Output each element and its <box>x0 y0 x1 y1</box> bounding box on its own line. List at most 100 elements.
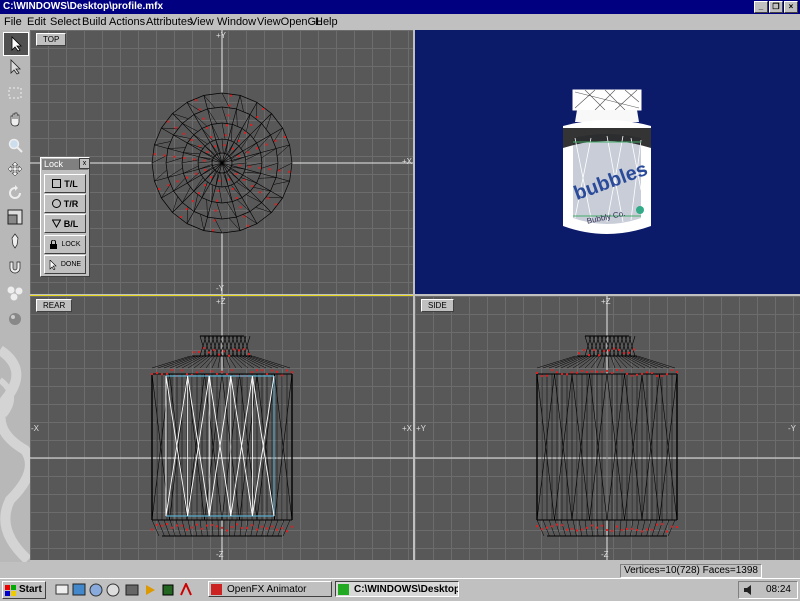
status-bar: Vertices=10(728) Faces=1398 <box>0 562 800 578</box>
toolbar-swirl-decoration <box>0 330 30 570</box>
menu-help[interactable]: Help <box>315 14 338 30</box>
tool-palette <box>0 30 30 562</box>
axis-label-side-north: +Z <box>601 297 611 306</box>
pick-vertex-tool[interactable] <box>3 56 27 78</box>
move-tool[interactable] <box>3 158 27 180</box>
viewport-label-rear[interactable]: REAR <box>36 299 72 312</box>
menu-bar: File Edit Select Build Actions Attribute… <box>0 14 800 30</box>
magnet-icon <box>7 259 23 275</box>
sphere-icon <box>7 311 23 327</box>
explorer-icon[interactable] <box>72 583 86 597</box>
axis-label-top-north: +Y <box>216 31 226 40</box>
task-openfx-label: OpenFX Animator <box>227 584 306 595</box>
media-player-icon[interactable] <box>143 583 157 597</box>
designer-icon <box>338 584 349 595</box>
perspective-render: bubbles Bubbly Co. <box>415 30 800 294</box>
start-label: Start <box>19 582 42 598</box>
chip-icon[interactable] <box>161 583 175 597</box>
pointer-icon <box>49 260 58 270</box>
rotate-tool[interactable] <box>3 182 27 204</box>
square-icon <box>52 179 61 188</box>
desktop-icon[interactable] <box>55 583 69 597</box>
minimize-button[interactable]: _ <box>754 1 768 13</box>
lock-top-right-label: T/R <box>64 199 79 209</box>
perspective-viewport[interactable]: bubbles Bubbly Co. <box>415 30 800 294</box>
lock-panel-close-button[interactable]: x <box>79 158 90 169</box>
axis-label-top-south: -Y <box>216 284 224 293</box>
lock-top-left-button[interactable]: T/L <box>44 174 86 193</box>
select-arrow-tool[interactable] <box>3 32 29 56</box>
region-select-tool[interactable] <box>3 82 27 104</box>
lock-bottom-left-label: B/L <box>64 219 79 229</box>
triangle-icon <box>52 219 61 228</box>
menu-actions[interactable]: Actions <box>109 14 145 30</box>
menu-viewopengl[interactable]: ViewOpenGL <box>257 14 322 30</box>
lock-panel: Lock x T/L T/R B/L LOCK DONE <box>40 157 90 277</box>
vertex-face-count: Vertices=10(728) Faces=1398 <box>620 564 762 578</box>
acrobat-icon[interactable] <box>179 583 193 597</box>
done-button[interactable]: DONE <box>44 255 86 274</box>
lock-top-left-label: T/L <box>64 179 78 189</box>
close-button[interactable]: × <box>784 1 798 13</box>
system-tray: 08:24 <box>738 581 798 599</box>
axis-label-rear-west: -X <box>31 424 39 433</box>
rear-viewport[interactable]: +Z -Z -X +X REAR <box>30 296 413 560</box>
menu-attributes[interactable]: Attributes <box>146 14 192 30</box>
clock: 08:24 <box>766 582 791 598</box>
padlock-icon <box>49 240 58 249</box>
title-bar: C:\WINDOWS\Desktop\profile.mfx _ ❐ × <box>0 0 800 14</box>
openfx-icon <box>211 584 222 595</box>
rotate-icon <box>7 185 23 201</box>
menu-select[interactable]: Select <box>50 14 81 30</box>
move-arrows-icon <box>7 161 23 177</box>
primitives-tool[interactable] <box>3 282 27 304</box>
screen-icon[interactable] <box>125 583 139 597</box>
rear-view-canvas <box>30 296 413 560</box>
restore-button[interactable]: ❐ <box>769 1 783 13</box>
speaker-icon[interactable] <box>743 584 757 596</box>
menu-build[interactable]: Build <box>82 14 106 30</box>
task-openfx-animator[interactable]: OpenFX Animator <box>208 581 332 597</box>
lock-button[interactable]: LOCK <box>44 235 86 254</box>
axis-label-rear-north: +Z <box>216 297 226 306</box>
lock-label: LOCK <box>61 241 80 248</box>
magnet-tool[interactable] <box>3 256 27 278</box>
viewport-label-top[interactable]: TOP <box>36 33 66 46</box>
axis-label-side-west: +Y <box>416 424 426 433</box>
axis-label-side-south: -Z <box>601 550 609 559</box>
marquee-icon <box>7 86 23 100</box>
pointer-plus-icon <box>8 59 22 75</box>
axis-label-rear-east: +X <box>402 424 412 433</box>
hand-icon <box>7 111 23 127</box>
menu-edit[interactable]: Edit <box>27 14 46 30</box>
circle-icon <box>52 199 61 208</box>
menu-window[interactable]: Window <box>217 14 256 30</box>
pan-tool[interactable] <box>3 108 27 130</box>
side-view-canvas <box>415 296 800 560</box>
spheres-icon <box>6 285 24 301</box>
menu-view[interactable]: View <box>190 14 214 30</box>
start-button[interactable]: Start <box>2 581 46 599</box>
render-tool[interactable] <box>3 308 27 330</box>
network-icon[interactable] <box>89 583 103 597</box>
lock-top-right-button[interactable]: T/R <box>44 194 86 213</box>
pen-icon <box>7 233 23 249</box>
arrow-icon <box>9 36 23 52</box>
task-designer-window[interactable]: C:\WINDOWS\Desktop\p... <box>335 581 459 597</box>
windows-logo-icon <box>5 585 17 596</box>
magnifier-icon <box>7 137 23 153</box>
axis-label-top-east: +X <box>402 157 412 166</box>
zoom-tool[interactable] <box>3 134 27 156</box>
axis-label-side-east: -Y <box>788 424 796 433</box>
done-label: DONE <box>61 261 81 268</box>
side-viewport[interactable]: +Z -Z +Y -Y SIDE <box>415 296 800 560</box>
pen-tool[interactable] <box>3 230 27 252</box>
menu-file[interactable]: File <box>4 14 22 30</box>
task-designer-label: C:\WINDOWS\Desktop\p... <box>354 584 459 595</box>
lock-bottom-left-button[interactable]: B/L <box>44 214 86 233</box>
axis-label-rear-south: -Z <box>216 550 224 559</box>
scale-tool[interactable] <box>3 206 27 228</box>
scale-icon <box>7 209 23 225</box>
viewport-label-side[interactable]: SIDE <box>421 299 454 312</box>
globe-icon[interactable] <box>106 583 120 597</box>
